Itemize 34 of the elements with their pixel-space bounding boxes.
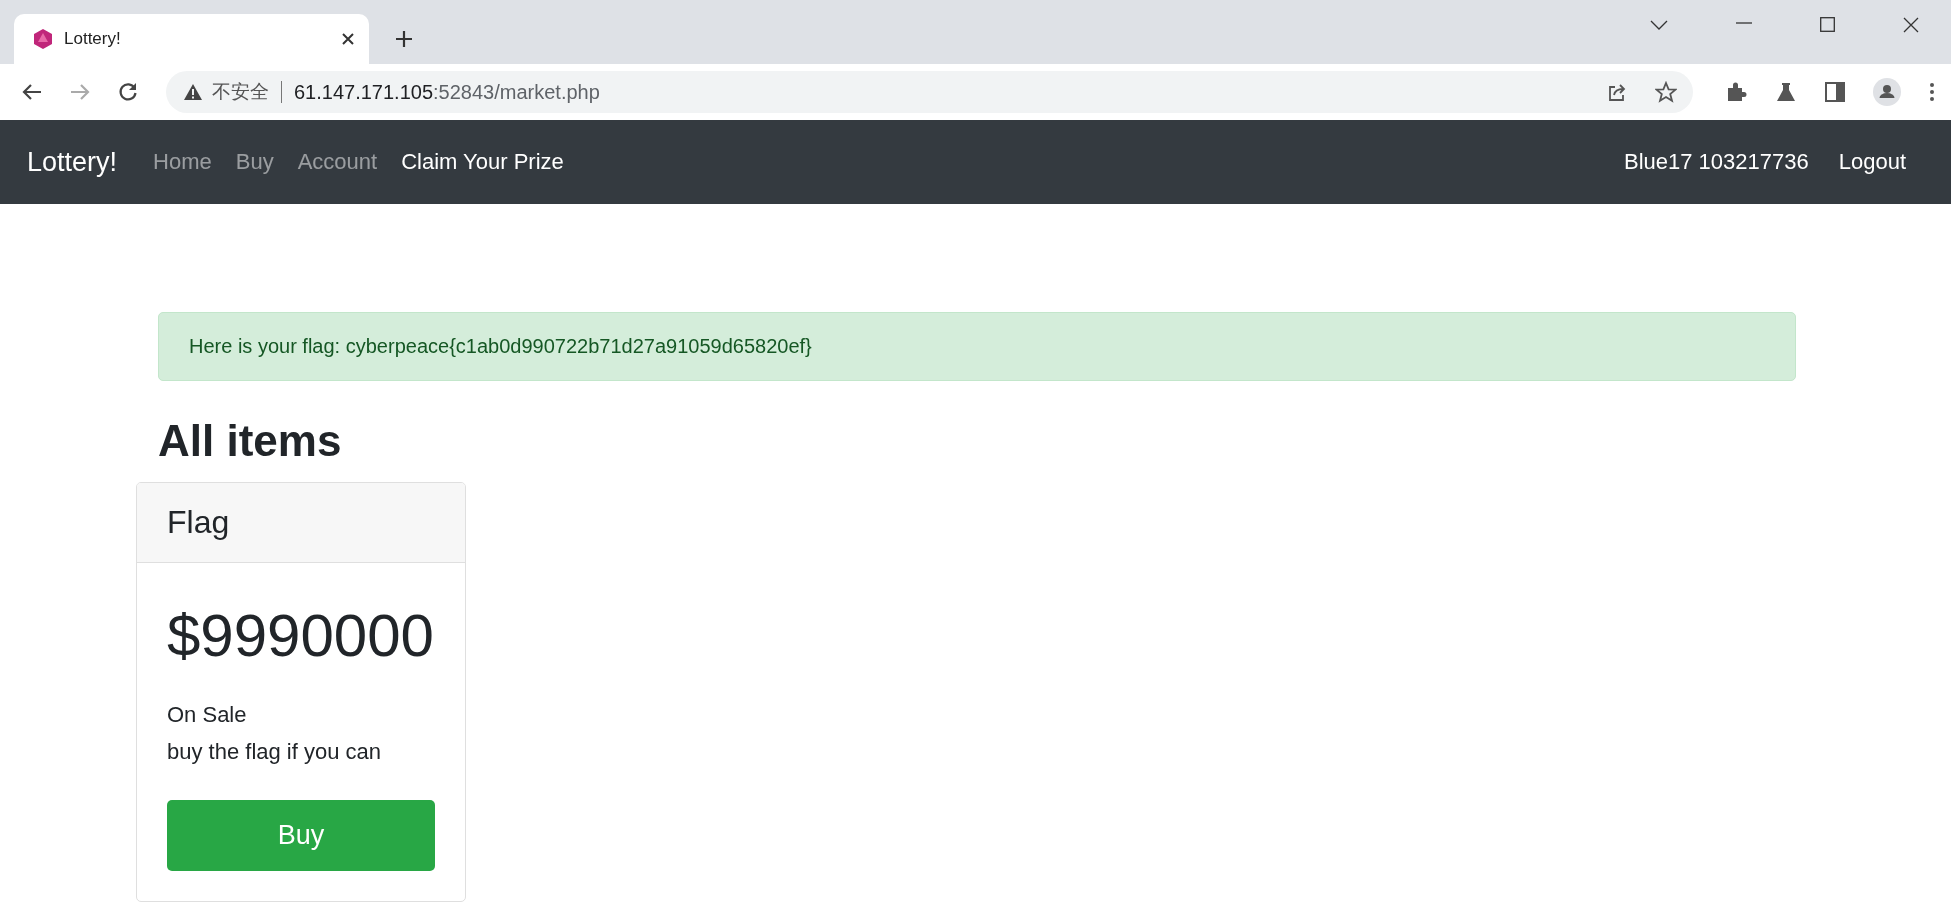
puzzle-piece-icon[interactable]	[1725, 81, 1747, 103]
nav-link[interactable]: Claim Your Prize	[401, 149, 564, 175]
card-header: Flag	[137, 482, 465, 563]
logout-link[interactable]: Logout	[1838, 149, 1906, 175]
flask-icon[interactable]	[1775, 81, 1797, 103]
address-bar[interactable]: 不安全 61.147.171.105:52843/market.php	[166, 71, 1693, 113]
item-description: buy the flag if you can	[167, 737, 383, 766]
item-status: On Sale	[167, 700, 248, 729]
security-label: 不安全	[212, 80, 269, 104]
page-heading: All items	[158, 415, 343, 467]
maximize-icon[interactable]	[1820, 17, 1835, 32]
browser-tab[interactable]: Lottery!	[14, 14, 369, 64]
brand-link[interactable]: Lottery!	[27, 146, 118, 178]
user-balance: Blue17 103217736	[1623, 149, 1809, 175]
close-icon[interactable]	[341, 32, 355, 46]
gem-icon	[34, 29, 52, 49]
star-icon[interactable]	[1655, 81, 1677, 103]
flag-alert: Here is your flag: cyberpeace{c1ab0d990722b71d27a91059d65820ef}	[158, 312, 1796, 381]
profile-avatar-icon[interactable]	[1873, 78, 1901, 106]
warning-icon	[184, 84, 202, 100]
tab-title: Lottery!	[64, 29, 122, 49]
item-price: $9990000	[167, 600, 435, 670]
close-icon[interactable]	[1903, 17, 1919, 33]
reload-icon[interactable]	[118, 82, 138, 102]
nav-link[interactable]: Account	[297, 149, 378, 175]
chevron-down-icon[interactable]	[1650, 19, 1668, 31]
nav-link[interactable]: Buy	[235, 149, 274, 175]
side-panel-icon[interactable]	[1825, 82, 1845, 102]
back-arrow-icon[interactable]	[22, 83, 42, 101]
more-menu-icon[interactable]	[1929, 82, 1935, 102]
new-tab-icon[interactable]	[395, 30, 413, 48]
url-text: 61.147.171.105:52843/market.php	[294, 80, 600, 104]
nav-link[interactable]: Home	[153, 149, 212, 175]
share-icon[interactable]	[1607, 82, 1627, 102]
